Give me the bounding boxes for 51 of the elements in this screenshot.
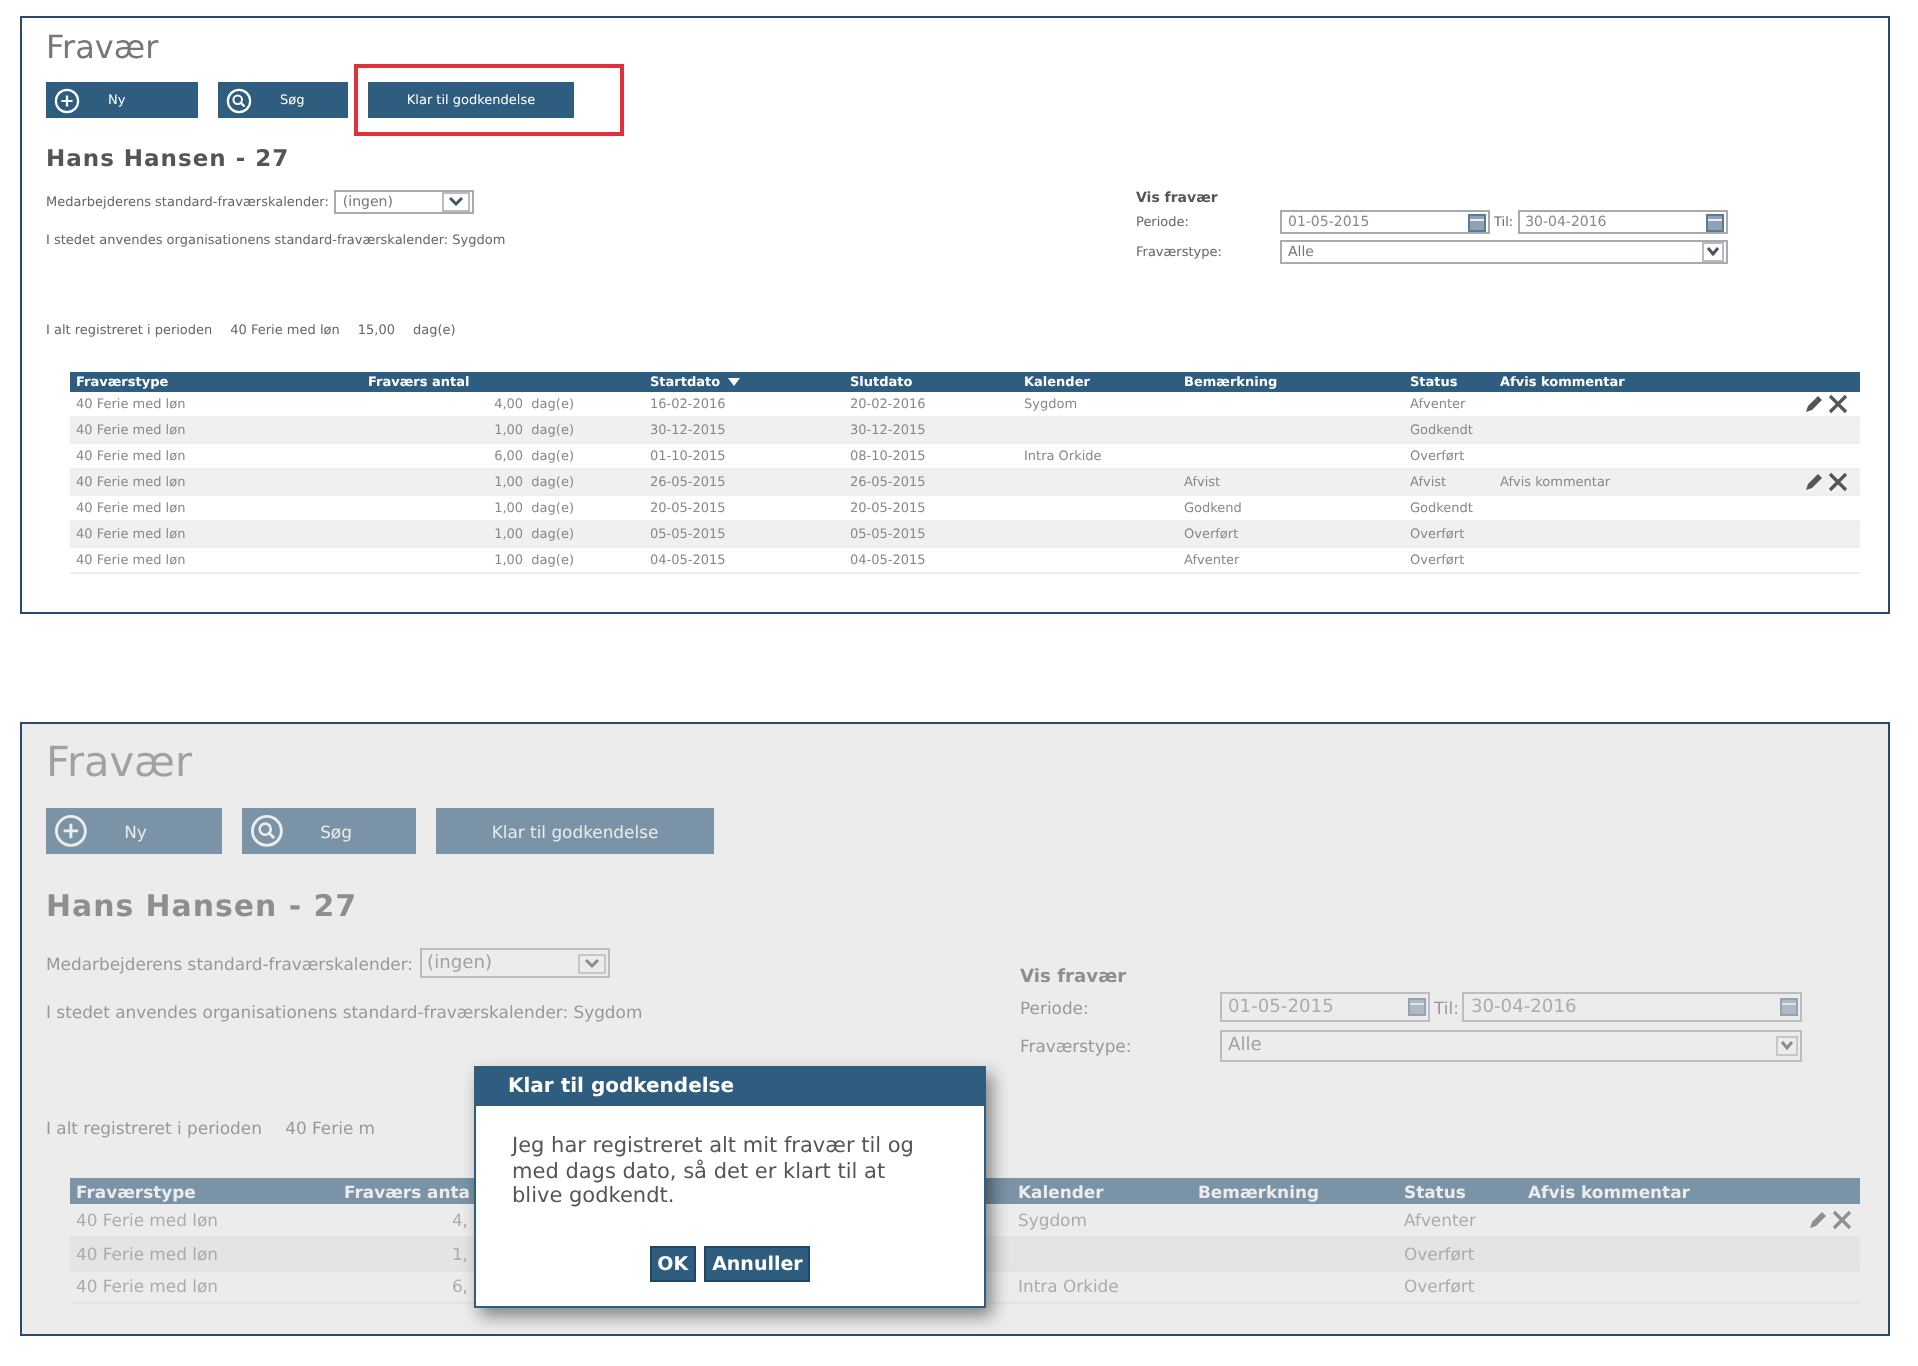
fallback-note: I stedet anvendes organisationens standard-fraværskalender: Sygdom (46, 1002, 643, 1023)
sort-caret-icon[interactable] (728, 378, 741, 387)
cross-icon[interactable] (1828, 472, 1848, 493)
table-cell: Afventer (1404, 1210, 1476, 1231)
column-header[interactable]: Fraværs anta (344, 1181, 470, 1202)
column-header[interactable]: Bemærkning (1198, 1181, 1320, 1202)
cross-icon[interactable] (1828, 394, 1848, 415)
pencil-icon[interactable] (1804, 394, 1824, 415)
table-cell: 40 Ferie med løn (76, 1243, 218, 1264)
toolbar-button[interactable]: Klar til godkendelse (436, 807, 714, 855)
plus-circle-icon (54, 87, 80, 114)
calendar-icon[interactable] (1468, 213, 1486, 232)
table-cell: Overført (1404, 1276, 1475, 1297)
employee-name: Hans Hansen - 27 (46, 144, 292, 173)
pencil-icon[interactable] (1804, 472, 1824, 493)
column-header[interactable]: Afvis kommentar (1528, 1181, 1690, 1202)
calendar-icon[interactable] (1705, 213, 1724, 232)
dialog-button[interactable]: Annuller (704, 1246, 811, 1282)
table-cell: 4, (451, 1210, 468, 1231)
chevron-down-icon (1776, 1036, 1799, 1057)
search-icon (226, 87, 252, 114)
column-header[interactable]: Fraværstype (76, 1181, 196, 1202)
totals-label: I alt registreret i perioden (46, 1118, 262, 1139)
page-title: Fravær (46, 737, 193, 787)
page-title: Fravær (46, 28, 159, 67)
field-label: Periode: (1020, 997, 1091, 1018)
toolbar-button[interactable]: Ny (46, 807, 222, 855)
absence-type: 40 Ferie m (285, 1118, 376, 1139)
employee-name: Hans Hansen - 27 (46, 888, 360, 925)
dialog-button[interactable]: OK (649, 1246, 697, 1282)
column-header[interactable]: Kalender (1018, 1181, 1104, 1202)
search-icon (250, 814, 284, 848)
chevron-down-icon (442, 192, 471, 213)
dialog-message: Jeg har registreret alt mit fravær til og med dags dato, så det er klart til at blive godkendt. (509, 1132, 916, 1210)
table-cell: Overført (1404, 1243, 1475, 1264)
column-header[interactable]: Status (1404, 1181, 1466, 1202)
toolbar-button[interactable]: Søg (242, 807, 416, 855)
table-cell: 6, (451, 1276, 468, 1297)
chevron-down-icon (1701, 242, 1724, 263)
table-cell: 40 Ferie med løn (76, 1210, 218, 1231)
field-label: Medarbejderens standard-fraværskalender: (46, 953, 414, 974)
table-cell: 1, (451, 1243, 468, 1264)
dialog-title: Klar til godkendelse (476, 1068, 984, 1106)
chevron-down-icon (577, 953, 606, 974)
filter-title: Vis fravær (1020, 967, 1127, 988)
field-label: Til: (1432, 997, 1461, 1018)
table-cell: Intra Orkide (1018, 1276, 1119, 1297)
table-cell: 40 Ferie med løn (76, 1276, 218, 1297)
table-cell: Sygdom (1018, 1210, 1087, 1231)
plus-circle-icon (54, 814, 88, 848)
field-label: Fraværstype: (1020, 1036, 1134, 1057)
